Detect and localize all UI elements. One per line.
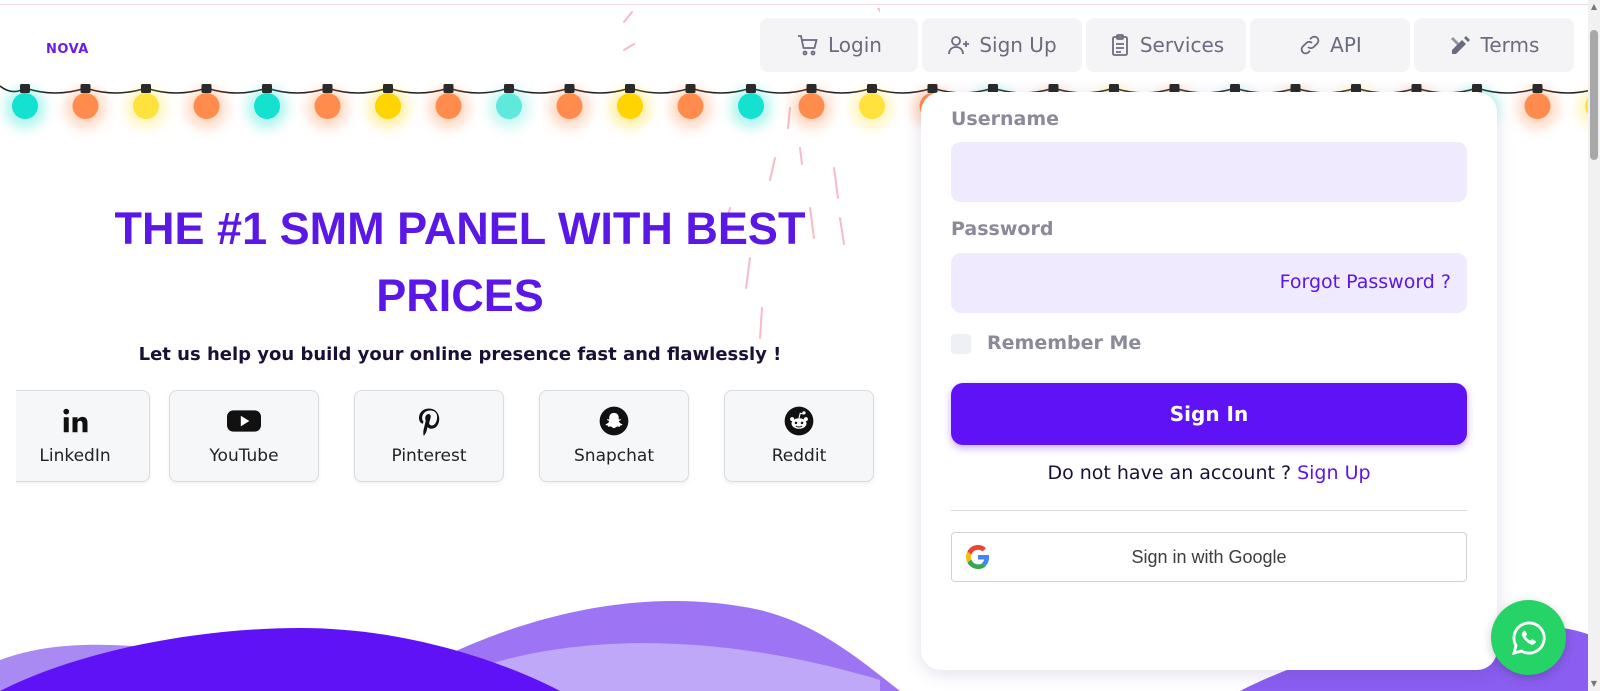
- google-sign-in-button[interactable]: Sign in with Google: [951, 532, 1467, 582]
- social-card-reddit[interactable]: Reddit: [724, 390, 874, 482]
- remember-me-checkbox[interactable]: [951, 334, 971, 354]
- nav-services-label: Services: [1139, 33, 1225, 57]
- cart-icon: [798, 35, 818, 56]
- light-bulb: [677, 93, 704, 119]
- social-label: YouTube: [209, 446, 279, 466]
- light-bulb-cap: [322, 84, 333, 93]
- light-bulb: [859, 93, 885, 119]
- username-label: Username: [951, 108, 1060, 130]
- nav-terms-label: Terms: [1480, 33, 1540, 57]
- scroll-down-arrow[interactable]: ▼: [1589, 679, 1599, 689]
- google-sign-in-label: Sign in with Google: [1131, 546, 1287, 567]
- sign-up-link[interactable]: Sign Up: [1297, 462, 1370, 484]
- snapchat-icon: [599, 406, 629, 436]
- remember-me-label[interactable]: Remember Me: [987, 332, 1141, 354]
- hero-title: THE #1 SMM PANEL WITH BEST PRICES: [114, 203, 806, 321]
- sign-in-button[interactable]: Sign In: [951, 383, 1467, 445]
- user-plus-icon: [948, 36, 970, 55]
- google-icon: [966, 545, 990, 569]
- light-bulb-cap: [685, 84, 696, 93]
- forgot-password-link[interactable]: Forgot Password ?: [1280, 271, 1451, 293]
- login-card: Username Password Forgot Password ? Reme…: [921, 92, 1497, 670]
- light-bulb-cap: [806, 84, 817, 93]
- username-input[interactable]: [951, 142, 1467, 202]
- no-account-text: Do not have an account ?: [1047, 462, 1292, 484]
- youtube-icon: [227, 410, 261, 432]
- whatsapp-button[interactable]: [1491, 600, 1566, 675]
- social-label: Pinterest: [391, 446, 467, 466]
- light-bulb-cap: [20, 84, 30, 93]
- nav-services[interactable]: Services: [1086, 18, 1246, 72]
- nav-api[interactable]: API: [1250, 18, 1410, 72]
- light-bulb-cap: [443, 84, 454, 93]
- light-bulb-cap: [383, 84, 393, 93]
- vertical-scrollbar[interactable]: ▲ ▼: [1588, 0, 1600, 691]
- light-bulb: [193, 93, 220, 119]
- social-platforms: LinkedIn YouTube Pinterest Snapchat Redd…: [16, 390, 892, 490]
- light-bulb-cap: [564, 84, 575, 93]
- social-card-snapchat[interactable]: Snapchat: [539, 390, 689, 482]
- light-bulb-cap: [625, 84, 635, 93]
- hero-subtitle: Let us help you build your online presen…: [138, 344, 782, 365]
- linkedin-icon: [63, 408, 88, 433]
- light-bulb: [375, 93, 401, 119]
- light-bulb-cap: [80, 84, 91, 93]
- nav-signup-label: Sign Up: [979, 33, 1057, 57]
- password-label: Password: [951, 218, 1054, 240]
- brand-logo[interactable]: NOVA: [46, 42, 89, 57]
- light-bulb: [496, 93, 522, 119]
- light-bulb: [738, 93, 764, 119]
- light-bulb: [314, 93, 341, 119]
- light-bulb: [798, 93, 825, 119]
- pinterest-icon: [419, 408, 440, 436]
- light-bulb: [12, 93, 38, 119]
- username-field[interactable]: [951, 142, 1467, 202]
- light-bulb: [435, 93, 462, 119]
- light-bulb-cap: [504, 84, 514, 93]
- light-bulb: [1524, 93, 1551, 119]
- nav-login[interactable]: Login: [760, 18, 918, 72]
- top-border: [0, 4, 1600, 5]
- light-bulb-cap: [746, 84, 756, 93]
- divider: [951, 510, 1467, 511]
- password-field[interactable]: Forgot Password ?: [951, 253, 1467, 313]
- no-account-line: Do not have an account ? Sign Up: [951, 462, 1467, 484]
- light-bulb: [133, 93, 159, 119]
- nav-api-label: API: [1330, 33, 1362, 57]
- light-bulb: [556, 93, 583, 119]
- light-bulb: [72, 93, 99, 119]
- link-icon: [1300, 35, 1320, 55]
- social-label: Reddit: [771, 446, 827, 466]
- light-bulb-cap: [262, 84, 272, 93]
- whatsapp-icon: [1511, 621, 1546, 655]
- social-label: Snapchat: [574, 446, 654, 466]
- social-card-linkedin[interactable]: LinkedIn: [16, 390, 150, 482]
- light-bulb-cap: [201, 84, 212, 93]
- nav-signup[interactable]: Sign Up: [922, 18, 1082, 72]
- light-bulb-cap: [141, 84, 151, 93]
- light-bulb: [617, 93, 643, 119]
- light-bulb-cap: [867, 84, 877, 93]
- nav-terms[interactable]: Terms: [1414, 18, 1574, 72]
- scroll-up-arrow[interactable]: ▲: [1589, 2, 1599, 12]
- light-bulb: [254, 93, 280, 119]
- light-bulb-cap: [1532, 84, 1543, 93]
- nav-login-label: Login: [828, 33, 882, 57]
- top-nav: Login Sign Up Services API Terms: [760, 18, 1574, 72]
- social-card-youtube[interactable]: YouTube: [169, 390, 319, 482]
- reddit-icon: [784, 406, 814, 436]
- pencil-ruler-icon: [1450, 36, 1470, 54]
- clipboard-icon: [1111, 34, 1128, 56]
- password-input[interactable]: [951, 253, 1313, 313]
- scrollbar-thumb[interactable]: [1590, 30, 1598, 160]
- social-card-pinterest[interactable]: Pinterest: [354, 390, 504, 482]
- social-label: LinkedIn: [39, 446, 111, 466]
